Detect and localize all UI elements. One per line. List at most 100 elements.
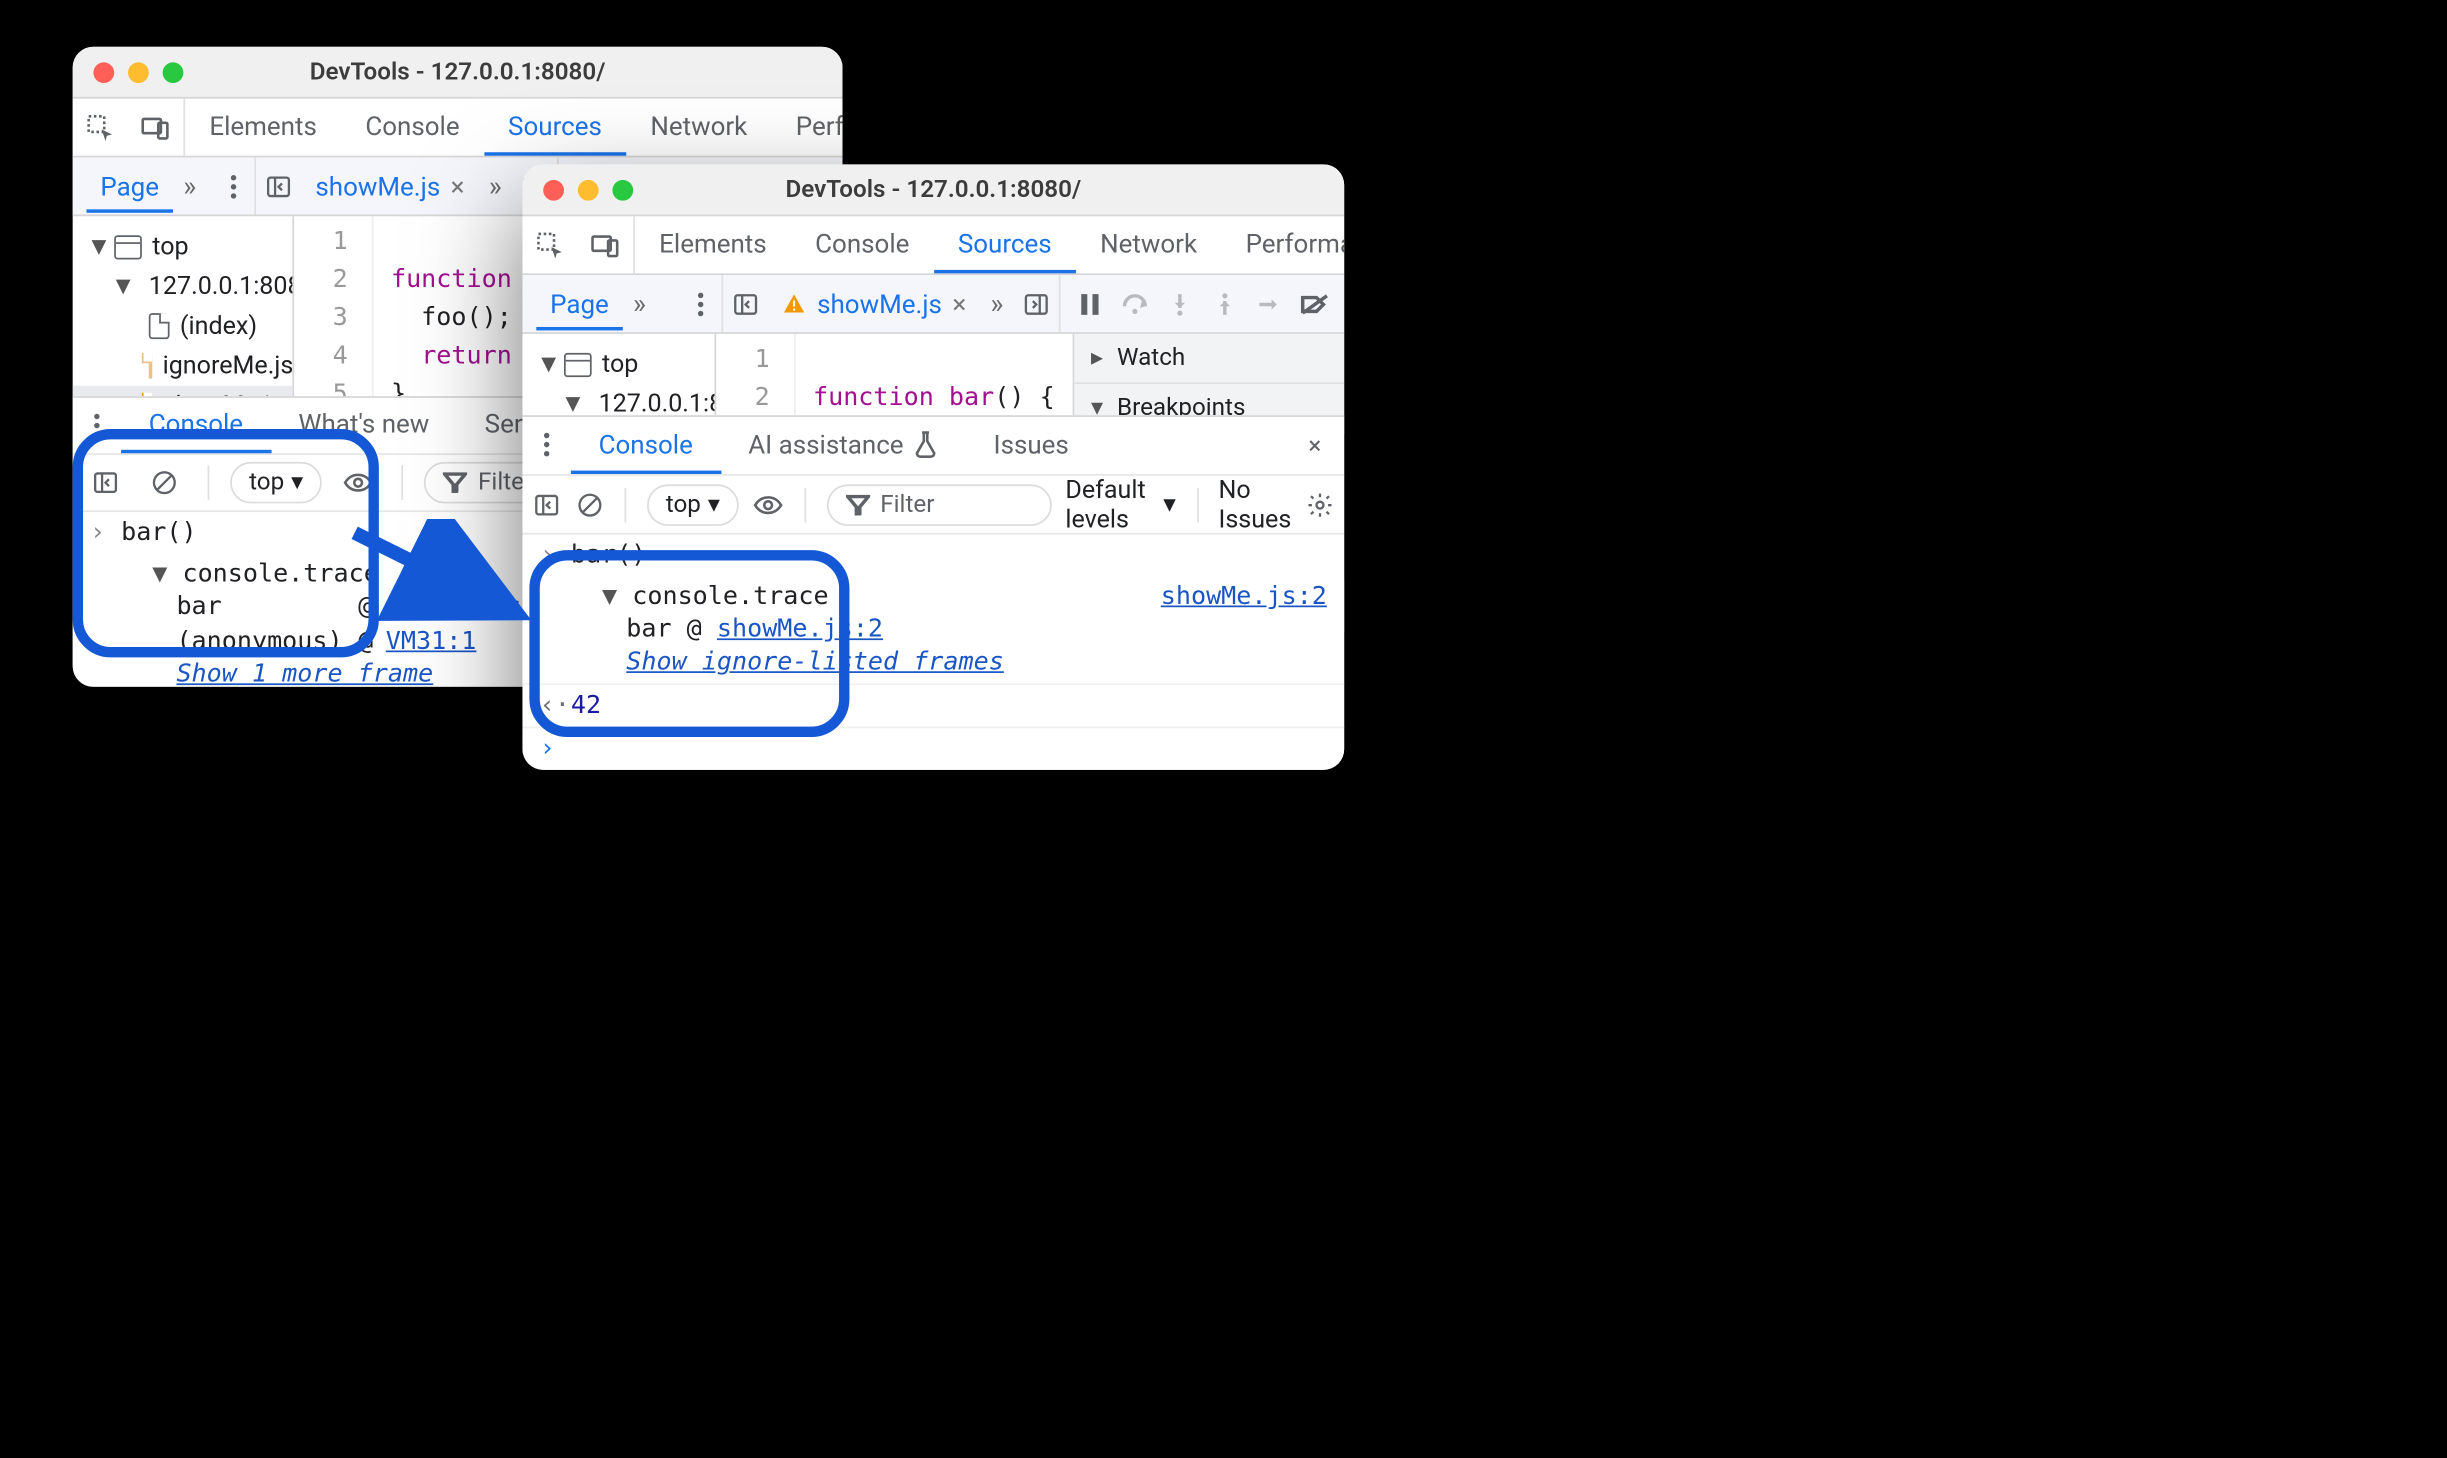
navigator-toggle-left-icon[interactable]	[724, 276, 769, 331]
chevron-down-icon: ▾	[1163, 490, 1176, 519]
tree-top-frame[interactable]: ▼ top	[522, 344, 714, 384]
window-minimize-button[interactable]	[578, 179, 599, 200]
trace-source-link[interactable]: showMe.js:2	[1161, 583, 1327, 611]
frame-icon	[564, 352, 592, 376]
tree-label: top	[152, 232, 188, 261]
context-select[interactable]: top ▾	[230, 462, 322, 504]
file-tree: ▼ top ▼ 127.0.0.1:8080 (index) ignoreMe.…	[73, 216, 294, 396]
navigator-toggle-left-icon[interactable]	[257, 158, 302, 213]
tree-file-ignore[interactable]: ignoreMe.js	[73, 346, 293, 386]
tab-performance[interactable]: Performance	[1221, 216, 1344, 273]
watch-section[interactable]: ▸ Watch	[1074, 334, 1345, 384]
open-file-name: showMe.js	[817, 288, 942, 319]
tree-label: ignoreMe.js	[163, 351, 294, 380]
console-sidebar-icon[interactable]	[533, 477, 562, 532]
navigator-tab-page[interactable]: Page	[536, 278, 622, 330]
expand-icon[interactable]: ›	[540, 541, 571, 569]
at-sign: @	[358, 593, 386, 621]
pause-icon[interactable]	[1067, 276, 1112, 331]
window-zoom-button[interactable]	[612, 179, 633, 200]
device-toolbar-icon[interactable]	[128, 99, 183, 154]
file-tabs-more-icon[interactable]: »	[478, 170, 512, 203]
titlebar[interactable]: DevTools - 127.0.0.1:8080/	[522, 164, 1344, 216]
tree-file-show[interactable]: showMe.js	[73, 386, 293, 396]
collapse-icon[interactable]: ▼	[152, 561, 182, 589]
log-levels-select[interactable]: Default levels ▾	[1065, 475, 1176, 534]
navigator-toggle-right-icon[interactable]	[1014, 276, 1059, 331]
file-tabs-more-icon[interactable]: »	[980, 287, 1014, 320]
inspect-element-icon[interactable]	[522, 217, 577, 272]
navigator-menu-icon[interactable]	[680, 276, 722, 331]
tab-sources[interactable]: Sources	[484, 99, 626, 156]
tab-network[interactable]: Network	[626, 99, 771, 156]
open-file-tab[interactable]: showMe.js ×	[769, 275, 980, 332]
window-close-button[interactable]	[93, 61, 114, 82]
step-icon[interactable]	[1247, 276, 1292, 331]
titlebar[interactable]: DevTools - 127.0.0.1:8080/	[73, 47, 843, 99]
console-output[interactable]: › bar() › ▼ console.trace bar @ showMe.j…	[522, 535, 1344, 770]
show-ignored-frames-link[interactable]: Show ignore-listed frames	[626, 649, 1004, 677]
navigator-menu-icon[interactable]	[213, 158, 255, 213]
console-settings-icon[interactable]	[1305, 477, 1334, 532]
navigator-more-icon[interactable]: »	[173, 170, 207, 203]
window-zoom-button[interactable]	[163, 61, 184, 82]
tab-performance[interactable]: Performance	[772, 99, 843, 156]
return-arrow-icon: ‹·	[540, 692, 571, 720]
tree-file-index[interactable]: (index)	[73, 306, 293, 346]
tree-origin[interactable]: ▼ 127.0.0.1:8080	[73, 266, 293, 306]
navigator-tab-page[interactable]: Page	[87, 160, 173, 212]
step-out-icon[interactable]	[1202, 276, 1247, 331]
step-into-icon[interactable]	[1157, 276, 1202, 331]
gutter-line: 4	[294, 337, 348, 375]
drawer-tab-console[interactable]: Console	[571, 417, 721, 474]
tree-top-frame[interactable]: ▼ top	[73, 227, 293, 267]
drawer-menu-icon[interactable]	[73, 398, 121, 453]
show-more-frames-link[interactable]: Show 1 more frame	[176, 661, 433, 687]
live-expression-icon[interactable]	[753, 477, 784, 532]
console-filter[interactable]: Filter	[827, 484, 1052, 526]
clear-console-icon[interactable]	[575, 477, 604, 532]
close-file-icon[interactable]: ×	[952, 288, 966, 319]
traffic-lights	[93, 61, 183, 82]
drawer-tab-issues[interactable]: Issues	[966, 417, 1097, 474]
tab-network[interactable]: Network	[1076, 216, 1221, 273]
chevron-down-icon: ▾	[708, 490, 720, 518]
warning-icon	[783, 292, 807, 316]
drawer-tab-whatsnew[interactable]: What's new	[271, 398, 457, 453]
open-file-tab[interactable]: showMe.js ×	[302, 157, 479, 214]
close-file-icon[interactable]: ×	[451, 170, 465, 201]
expand-icon: ▸	[1091, 344, 1103, 372]
devtools-window-after: DevTools - 127.0.0.1:8080/ Elements Cons…	[522, 164, 1344, 770]
drawer-close-icon[interactable]: ×	[1285, 417, 1344, 474]
inspect-element-icon[interactable]	[73, 99, 128, 154]
context-select[interactable]: top ▾	[647, 484, 739, 526]
expand-icon[interactable]: ›	[90, 519, 121, 547]
console-sidebar-icon[interactable]	[83, 455, 128, 510]
tab-elements[interactable]: Elements	[635, 216, 791, 273]
drawer-menu-icon[interactable]	[522, 417, 570, 472]
file-icon	[149, 393, 152, 396]
window-title: DevTools - 127.0.0.1:8080/	[522, 176, 1344, 204]
step-over-icon[interactable]	[1112, 276, 1157, 331]
tab-elements[interactable]: Elements	[185, 99, 341, 156]
frame-source-link[interactable]: showMe.js:2	[717, 616, 883, 644]
clear-console-icon[interactable]	[142, 455, 187, 510]
drawer-tab-ai[interactable]: AI assistance	[721, 417, 966, 474]
deactivate-breakpoints-icon[interactable]	[1292, 276, 1337, 331]
tab-console[interactable]: Console	[791, 216, 934, 273]
drawer-tab-console[interactable]: Console	[121, 398, 271, 453]
navigator-more-icon[interactable]: »	[623, 287, 657, 320]
tab-sources[interactable]: Sources	[934, 216, 1076, 273]
collapse-icon[interactable]: ▼	[602, 583, 632, 611]
window-close-button[interactable]	[543, 179, 564, 200]
issues-link[interactable]: No Issues	[1219, 475, 1292, 534]
device-toolbar-icon[interactable]	[578, 217, 633, 272]
tab-console[interactable]: Console	[341, 99, 484, 156]
live-expression-icon[interactable]	[336, 455, 381, 510]
window-minimize-button[interactable]	[128, 61, 149, 82]
filter-placeholder: Filter	[880, 490, 934, 518]
tree-origin[interactable]: ▼ 127.0.0.1:8080	[522, 384, 714, 415]
gutter-line: 2	[716, 379, 770, 417]
sources-sub-bar: Page » showMe.js × »	[522, 275, 1344, 334]
tree-label: top	[602, 349, 638, 378]
